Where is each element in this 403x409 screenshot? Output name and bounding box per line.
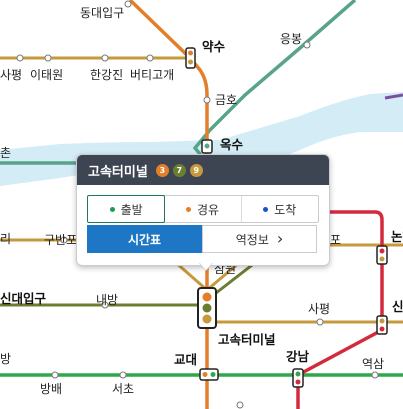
station-dot[interactable]	[303, 41, 311, 49]
station-label[interactable]: 리	[0, 232, 11, 246]
via-label: 경유	[196, 202, 220, 217]
station-label[interactable]: 한강진	[90, 68, 123, 82]
station-label[interactable]: 고속터미널	[218, 333, 276, 347]
line-badge: 7	[172, 163, 186, 177]
station-info-button[interactable]: 역정보 ›	[202, 225, 317, 253]
station-dot[interactable]	[124, 0, 132, 8]
popup-actions: 시간표 역정보 ›	[87, 225, 317, 253]
station-dot[interactable]	[51, 371, 59, 379]
line-badge: 9	[189, 163, 203, 177]
arrival-button[interactable]: 도착	[242, 196, 318, 222]
station-dot[interactable]	[236, 401, 244, 409]
line-badge: 3	[155, 163, 169, 177]
station-dot[interactable]	[101, 54, 109, 62]
station-dot[interactable]	[371, 371, 379, 379]
station-dot[interactable]	[316, 318, 324, 326]
chevron-right-icon: ›	[276, 229, 284, 248]
station-label[interactable]: 응봉	[280, 32, 302, 46]
arrival-label: 도착	[274, 202, 297, 217]
station-label[interactable]: 이태원	[30, 68, 63, 82]
transfer-oksu[interactable]	[201, 139, 213, 154]
station-label[interactable]: 약수	[202, 40, 225, 54]
station-info-label: 역정보	[235, 232, 269, 247]
transfer-nonhyeon[interactable]	[376, 245, 388, 265]
station-label[interactable]: 방	[0, 352, 11, 366]
timetable-button[interactable]: 시간표	[87, 225, 202, 253]
via-button[interactable]: 경유	[164, 196, 242, 222]
station-label[interactable]: 구반포	[44, 233, 77, 247]
station-label[interactable]: 옥수	[220, 138, 243, 152]
popup-header: 고속터미널 3 7 9	[77, 155, 329, 185]
transfer-gangnam[interactable]	[292, 368, 304, 388]
station-label[interactable]: 논현	[391, 230, 403, 244]
station-label[interactable]: 교대	[174, 353, 197, 367]
transfer-express-bus[interactable]	[197, 287, 217, 329]
station-label[interactable]: 금호	[215, 93, 237, 107]
dot-icon	[263, 206, 269, 212]
station-label[interactable]: 내방	[96, 293, 118, 307]
popup-pointer	[199, 262, 213, 270]
station-label[interactable]: 서초	[112, 382, 134, 396]
dot-icon	[185, 206, 191, 212]
station-dot[interactable]	[119, 371, 127, 379]
station-label[interactable]: 사평	[0, 68, 22, 82]
station-popup: 고속터미널 3 7 9 출발 경유 도착 시간표 역정보 ›	[76, 154, 330, 266]
station-label[interactable]: 신	[392, 300, 403, 314]
station-label[interactable]: 방배	[40, 382, 62, 396]
popup-title: 고속터미널	[88, 164, 148, 180]
station-dot[interactable]	[44, 54, 52, 62]
transfer-sinnonhyeon[interactable]	[376, 315, 388, 335]
station-label[interactable]: 버티고개	[130, 68, 174, 82]
station-label[interactable]: 강남	[286, 350, 309, 364]
departure-button[interactable]: 출발	[87, 195, 166, 223]
station-label[interactable]: 사평	[308, 302, 330, 316]
transfer-gyodae[interactable]	[199, 368, 219, 381]
departure-label: 출발	[120, 202, 143, 217]
station-label[interactable]: 역삼	[362, 357, 384, 371]
station-label[interactable]: 촌	[0, 146, 11, 160]
station-dot[interactable]	[146, 54, 154, 62]
station-label[interactable]: 신대입구	[0, 292, 46, 306]
route-option-group: 출발 경유 도착	[87, 195, 319, 223]
dot-icon	[109, 206, 115, 212]
station-dot[interactable]	[16, 54, 24, 62]
station-dot[interactable]	[203, 96, 211, 104]
transfer-yaksu[interactable]	[185, 47, 196, 69]
station-label[interactable]: 동대입구	[80, 6, 124, 20]
station-label[interactable]: 포	[330, 233, 341, 247]
